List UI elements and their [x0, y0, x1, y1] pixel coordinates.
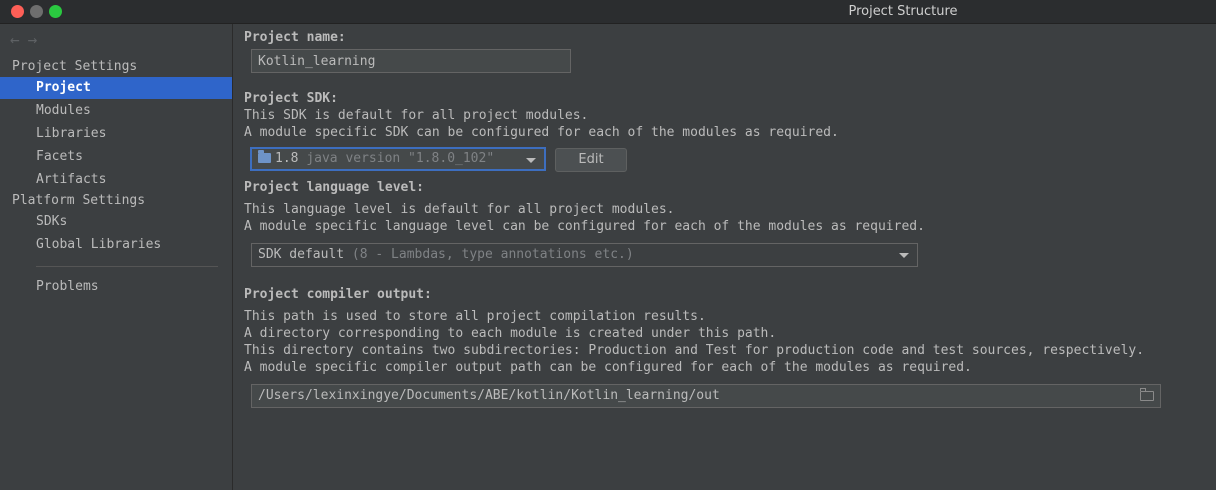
sdk-folder-icon	[258, 150, 271, 163]
sidebar-divider	[36, 266, 218, 267]
platform-settings-heading: Platform Settings	[12, 193, 146, 208]
project-name-input[interactable]	[251, 49, 571, 73]
chevron-down-icon	[526, 158, 536, 163]
compiler-output-description-1: This path is used to store all project c…	[244, 309, 706, 324]
project-settings-panel: Project name: Project SDK: This SDK is d…	[234, 24, 1216, 490]
language-level-description-1: This language level is default for all p…	[244, 202, 675, 217]
sidebar-item-modules[interactable]: Modules	[0, 100, 232, 122]
title-bar: Project Structure	[0, 0, 1216, 24]
edit-sdk-button[interactable]: Edit	[555, 148, 627, 172]
chevron-down-icon	[899, 253, 909, 258]
project-sdk-description-2: A module specific SDK can be configured …	[244, 125, 839, 140]
window-title: Project Structure	[848, 4, 958, 19]
language-level-description-2: A module specific language level can be …	[244, 219, 925, 234]
compiler-output-path: /Users/lexinxingye/Documents/ABE/kotlin/…	[258, 388, 720, 403]
language-level-selected-name: SDK default	[258, 247, 345, 262]
sidebar-item-global-libraries[interactable]: Global Libraries	[0, 234, 232, 256]
project-sdk-label: Project SDK:	[244, 91, 338, 106]
language-level-label: Project language level:	[244, 180, 425, 195]
compiler-output-description-4: A module specific compiler output path c…	[244, 360, 972, 375]
project-name-label: Project name:	[244, 30, 346, 45]
close-window-button[interactable]	[11, 5, 24, 18]
nav-arrows: ←→	[10, 30, 45, 49]
project-sdk-description-1: This SDK is default for all project modu…	[244, 108, 589, 123]
compiler-output-description-2: A directory corresponding to each module…	[244, 326, 777, 341]
sidebar: ←→ Project Settings Project Modules Libr…	[0, 24, 233, 490]
sdk-selected-detail: java version "1.8.0_102"	[306, 151, 495, 166]
project-settings-heading: Project Settings	[12, 59, 138, 74]
sidebar-item-sdks[interactable]: SDKs	[0, 211, 232, 233]
compiler-output-label: Project compiler output:	[244, 287, 432, 302]
sidebar-item-project[interactable]: Project	[0, 77, 232, 99]
maximize-window-button[interactable]	[49, 5, 62, 18]
forward-arrow-icon[interactable]: →	[28, 30, 46, 49]
sidebar-item-artifacts[interactable]: Artifacts	[0, 169, 232, 191]
language-level-selected-detail: (8 - Lambdas, type annotations etc.)	[351, 247, 634, 262]
sidebar-item-libraries[interactable]: Libraries	[0, 123, 232, 145]
back-arrow-icon[interactable]: ←	[10, 30, 28, 49]
language-level-dropdown[interactable]: SDK default (8 - Lambdas, type annotatio…	[251, 243, 918, 267]
sdk-selected-name: 1.8	[275, 151, 299, 166]
project-sdk-dropdown[interactable]: 1.8 java version "1.8.0_102"	[250, 147, 546, 171]
minimize-window-button[interactable]	[30, 5, 43, 18]
sidebar-item-problems[interactable]: Problems	[0, 276, 232, 298]
folder-browse-icon[interactable]	[1140, 388, 1154, 401]
compiler-output-description-3: This directory contains two subdirectori…	[244, 343, 1145, 358]
sidebar-item-facets[interactable]: Facets	[0, 146, 232, 168]
compiler-output-path-field[interactable]: /Users/lexinxingye/Documents/ABE/kotlin/…	[251, 384, 1161, 408]
